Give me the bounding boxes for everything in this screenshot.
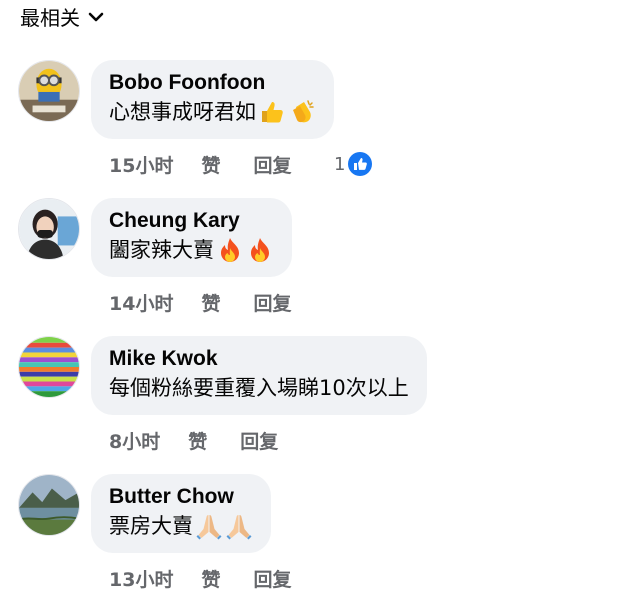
fire-emoji-icon [216,236,244,264]
comment-timestamp[interactable]: 13小时 [109,565,173,592]
comment-text: 心想事成呀君如 [109,100,256,124]
folded-hands-emoji-icon [195,512,223,540]
like-button[interactable]: 赞 [201,289,220,316]
reply-button[interactable]: 回复 [240,427,278,454]
reaction-count: 1 [334,153,346,175]
clapping-hands-emoji-icon [288,98,316,126]
comment-author[interactable]: Mike Kwok [109,345,409,373]
comment-actions: 15小时 赞 回复 [109,151,291,178]
thumbs-up-emoji-icon [258,98,286,126]
chevron-down-icon [88,9,104,25]
comment-text: 闔家辣大賣 [109,238,214,262]
comment-text: 票房大賣 [109,514,193,538]
reaction-summary[interactable]: 1 [334,152,373,176]
fire-emoji-icon [246,236,274,264]
sort-label: 最相关 [20,6,80,30]
avatar[interactable] [18,198,80,260]
comment-bubble: Butter Chow 票房大賣 [91,474,271,553]
like-button[interactable]: 赞 [201,151,220,178]
reply-button[interactable]: 回复 [253,565,291,592]
like-reaction-icon [348,152,373,176]
reply-button[interactable]: 回复 [253,289,291,316]
comment-timestamp[interactable]: 15小时 [109,151,173,178]
folded-hands-emoji-icon [225,512,253,540]
comment-timestamp[interactable]: 8小时 [109,427,160,454]
reply-button[interactable]: 回复 [253,151,291,178]
sort-dropdown[interactable]: 最相关 [20,2,104,31]
comment-author[interactable]: Cheung Kary [109,207,274,235]
comment-bubble: Cheung Kary 闔家辣大賣 [91,198,292,277]
comment-author[interactable]: Butter Chow [109,483,253,511]
comment-bubble: Mike Kwok 每個粉絲要重覆入場睇10次以上 [91,336,427,415]
avatar[interactable] [18,60,80,122]
comment-actions: 8小时 赞 回复 [109,427,278,454]
comment-text: 每個粉絲要重覆入場睇10次以上 [109,376,409,400]
comment-bubble: Bobo Foonfoon 心想事成呀君如 [91,60,334,139]
like-button[interactable]: 赞 [201,565,220,592]
comment-actions: 14小时 赞 回复 [109,289,291,316]
comment-actions: 13小时 赞 回复 [109,565,291,592]
avatar[interactable] [18,336,80,398]
comment-author[interactable]: Bobo Foonfoon [109,69,316,97]
avatar[interactable] [18,474,80,536]
like-button[interactable]: 赞 [188,427,207,454]
comment-timestamp[interactable]: 14小时 [109,289,173,316]
